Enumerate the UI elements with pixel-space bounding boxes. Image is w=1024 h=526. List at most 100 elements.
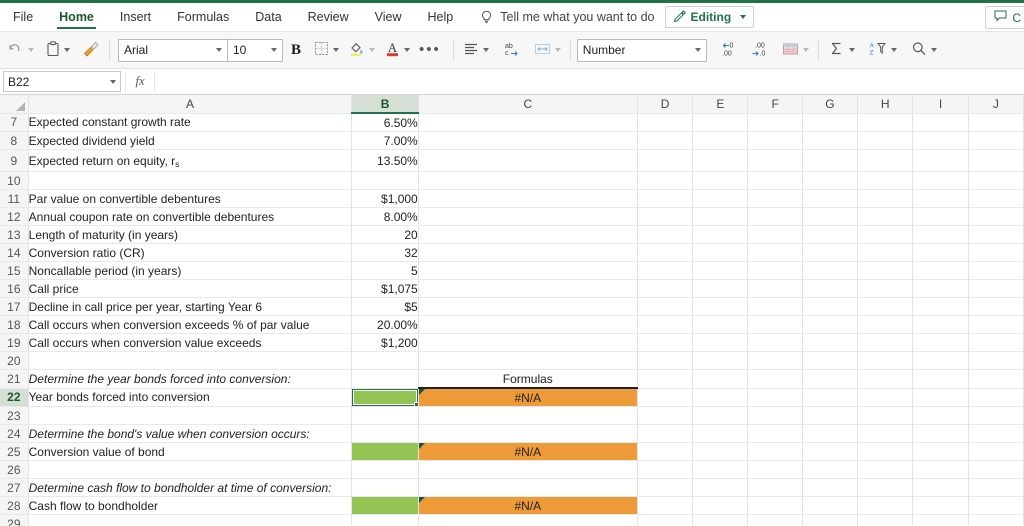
cell-C11[interactable]	[418, 189, 638, 208]
cell-F24[interactable]	[747, 424, 803, 443]
cell-J26[interactable]	[968, 460, 1024, 479]
font-color-button[interactable]: A	[382, 37, 413, 63]
fill-color-button[interactable]	[346, 37, 378, 63]
row-header-15[interactable]: 15	[0, 261, 29, 280]
cell-G18[interactable]	[802, 315, 859, 334]
chevron-down-icon[interactable]	[802, 48, 809, 52]
cell-H28[interactable]	[857, 496, 914, 515]
cell-C24[interactable]	[418, 424, 638, 443]
formula-input[interactable]	[158, 72, 1024, 91]
cell-C7[interactable]	[418, 113, 638, 132]
chevron-down-icon[interactable]	[694, 48, 701, 52]
cell-H22[interactable]	[857, 388, 914, 407]
cell-B16[interactable]: $1,075	[351, 279, 419, 298]
cell-C17[interactable]	[418, 297, 638, 316]
cell-E19[interactable]	[692, 333, 749, 352]
cell-F9[interactable]	[747, 149, 803, 172]
cell-J22[interactable]	[968, 388, 1024, 407]
cell-I26[interactable]	[912, 460, 969, 479]
cell-D7[interactable]	[637, 113, 694, 132]
cell-A9[interactable]: Expected return on equity, rs	[28, 149, 353, 172]
column-header-a[interactable]: A	[28, 95, 353, 114]
cell-D11[interactable]	[637, 189, 694, 208]
tab-help[interactable]: Help	[415, 3, 467, 31]
cell-I21[interactable]	[912, 369, 969, 389]
chevron-down-icon[interactable]	[848, 48, 855, 52]
column-header-e[interactable]: E	[692, 95, 749, 114]
cell-G25[interactable]	[802, 442, 859, 461]
cell-A16[interactable]: Call price	[28, 279, 353, 298]
cell-B9[interactable]: 13.50%	[351, 149, 419, 172]
row-header-9[interactable]: 9	[0, 149, 29, 172]
row-header-19[interactable]: 19	[0, 333, 29, 352]
cell-H13[interactable]	[857, 225, 914, 244]
cell-C27[interactable]	[418, 478, 638, 497]
cell-F20[interactable]	[747, 351, 803, 370]
increase-decimal-button[interactable]: .00.0	[747, 37, 771, 63]
cell-D15[interactable]	[637, 261, 694, 280]
cell-A28[interactable]: Cash flow to bondholder	[28, 496, 353, 515]
cell-A20[interactable]	[28, 351, 353, 370]
cell-B13[interactable]: 20	[351, 225, 419, 244]
cell-J29[interactable]	[968, 514, 1024, 526]
chevron-down-icon[interactable]	[482, 48, 489, 52]
row-header-29[interactable]: 29	[0, 514, 29, 526]
cell-D22[interactable]	[637, 388, 694, 407]
cell-H12[interactable]	[857, 207, 914, 226]
cell-F18[interactable]	[747, 315, 803, 334]
cell-I27[interactable]	[912, 478, 969, 497]
cell-G19[interactable]	[802, 333, 859, 352]
cell-A24[interactable]: Determine the bond's value when conversi…	[28, 424, 353, 443]
cell-G20[interactable]	[802, 351, 859, 370]
cell-A13[interactable]: Length of maturity (in years)	[28, 225, 353, 244]
decrease-decimal-button[interactable]: 0.00	[717, 37, 741, 63]
cell-A10[interactable]	[28, 171, 353, 190]
cell-C8[interactable]	[418, 131, 638, 150]
cell-E18[interactable]	[692, 315, 749, 334]
cell-I16[interactable]	[912, 279, 969, 298]
cell-A21[interactable]: Determine the year bonds forced into con…	[28, 369, 353, 389]
cell-E8[interactable]	[692, 131, 749, 150]
cell-B11[interactable]: $1,000	[351, 189, 419, 208]
row-header-10[interactable]: 10	[0, 171, 29, 190]
cell-J15[interactable]	[968, 261, 1024, 280]
cell-A15[interactable]: Noncallable period (in years)	[28, 261, 353, 280]
cell-F29[interactable]	[747, 514, 803, 526]
cell-B28[interactable]	[351, 496, 419, 515]
cell-H25[interactable]	[857, 442, 914, 461]
cell-C14[interactable]	[418, 243, 638, 262]
tab-formulas[interactable]: Formulas	[164, 3, 242, 31]
row-header-23[interactable]: 23	[0, 406, 29, 425]
cell-C16[interactable]	[418, 279, 638, 298]
cell-A17[interactable]: Decline in call price per year, starting…	[28, 297, 353, 316]
cell-H18[interactable]	[857, 315, 914, 334]
cell-H26[interactable]	[857, 460, 914, 479]
cell-G10[interactable]	[802, 171, 859, 190]
cell-H16[interactable]	[857, 279, 914, 298]
cell-A12[interactable]: Annual coupon rate on convertible debent…	[28, 207, 353, 226]
insert-function-button[interactable]: fx	[125, 72, 155, 91]
find-button[interactable]	[908, 37, 940, 63]
row-header-28[interactable]: 28	[0, 496, 29, 515]
cell-D28[interactable]	[637, 496, 694, 515]
cell-I20[interactable]	[912, 351, 969, 370]
cell-I29[interactable]	[912, 514, 969, 526]
cell-G27[interactable]	[802, 478, 859, 497]
cell-D8[interactable]	[637, 131, 694, 150]
tab-data[interactable]: Data	[242, 3, 294, 31]
cell-C15[interactable]	[418, 261, 638, 280]
font-name-combo[interactable]: Arial	[118, 38, 228, 62]
cell-G11[interactable]	[802, 189, 859, 208]
more-font-options-button[interactable]: •••	[413, 37, 447, 63]
cell-E9[interactable]	[692, 149, 749, 172]
cell-J17[interactable]	[968, 297, 1024, 316]
cell-A8[interactable]: Expected dividend yield	[28, 131, 353, 150]
chevron-down-icon[interactable]	[554, 48, 561, 52]
cell-J7[interactable]	[968, 113, 1024, 132]
cell-B24[interactable]	[351, 424, 419, 443]
chevron-down-icon[interactable]	[369, 48, 376, 52]
cell-B14[interactable]: 32	[351, 243, 419, 262]
cell-I11[interactable]	[912, 189, 969, 208]
cell-I22[interactable]	[912, 388, 969, 407]
cell-D10[interactable]	[637, 171, 694, 190]
